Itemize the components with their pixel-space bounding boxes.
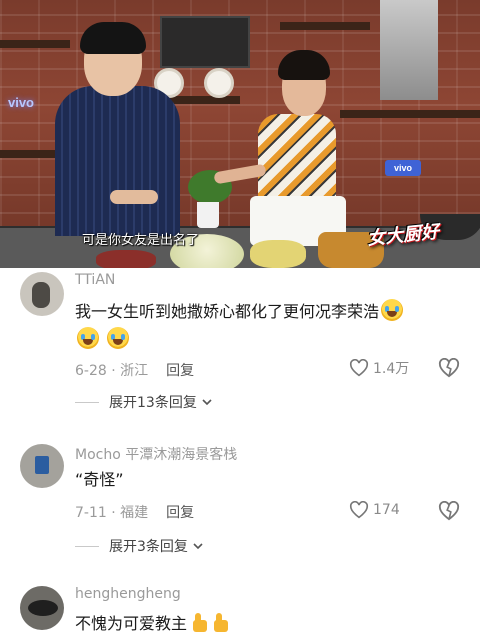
comment-text-content: 我一女生听到她撒娇心都化了更何况李荣浩: [75, 302, 380, 321]
comment-meta: 6-28 · 浙江 回复: [75, 363, 195, 379]
expand-replies-label: 展开3条回复: [109, 539, 188, 555]
comment-text-emojis: [75, 324, 129, 356]
comment-text: 不愧为可爱教主: [75, 608, 229, 640]
shelf: [340, 110, 480, 118]
shelf: [0, 40, 70, 48]
sponsor-badge: vivo: [385, 160, 421, 176]
heart-outline-icon: [349, 359, 369, 377]
meat-dish: [96, 250, 156, 268]
man-shirt: [55, 86, 180, 236]
plant-pot: [197, 202, 219, 228]
like-count: 1.4万: [373, 361, 410, 377]
avatar-figure: [28, 600, 58, 616]
chevron-down-icon: [193, 543, 203, 550]
range-hood: [380, 0, 438, 100]
show-logo: 女大厨好: [366, 221, 441, 250]
man-hair: [80, 22, 146, 54]
decor-plate: [204, 68, 234, 98]
reply-button[interactable]: 回复: [166, 505, 194, 521]
like-button[interactable]: 174: [349, 501, 400, 519]
laughing-crying-emoji-icon: [381, 299, 404, 321]
heart-outline-icon: [349, 501, 369, 519]
laughing-crying-emoji-icon: [77, 327, 99, 349]
thumbs-up-emoji-icon: [190, 612, 208, 632]
laughing-crying-emoji-icon: [107, 327, 129, 349]
like-button[interactable]: 1.4万: [349, 358, 409, 378]
expand-replies[interactable]: 展开13条回复: [75, 392, 212, 412]
comment-item: henghengheng 不愧为可爱教主: [0, 582, 480, 640]
comment-location: 福建: [120, 505, 149, 521]
menu-poster: [160, 16, 250, 68]
comment-text: “奇怪”: [75, 470, 124, 489]
expand-divider: [75, 401, 99, 403]
video-subtitle: 可是你女友是出名了: [82, 233, 200, 248]
comment-location: 浙江: [120, 363, 149, 379]
thumbs-up-emoji-icon: [211, 612, 229, 632]
comment-date: 6-28: [75, 363, 107, 379]
avatar[interactable]: [20, 272, 64, 316]
comment-username[interactable]: henghengheng: [75, 586, 181, 602]
vegetables: [250, 240, 306, 268]
avatar[interactable]: [20, 586, 64, 630]
avatar[interactable]: [20, 444, 64, 488]
neon-sign: vivo: [7, 94, 34, 110]
video-frame[interactable]: vivo vivo 女大厨好 可是你女友是出名了: [0, 0, 480, 268]
comment-text-content: 不愧为可爱教主: [75, 614, 188, 633]
expand-divider: [75, 545, 99, 547]
comment-username[interactable]: TTiAN: [75, 272, 115, 288]
like-count: 174: [373, 502, 400, 518]
reply-button[interactable]: 回复: [166, 363, 194, 379]
avatar-figure: [35, 456, 49, 474]
comment-username[interactable]: Mocho 平潭沐潮海景客栈: [75, 444, 237, 464]
expand-replies-label: 展开13条回复: [109, 395, 197, 411]
avatar-figure: [32, 282, 50, 308]
comment-meta: 7-11 · 福建 回复: [75, 505, 195, 521]
shelf: [0, 150, 60, 158]
shelf: [280, 22, 370, 30]
man-arm: [110, 190, 158, 204]
comment-date: 7-11: [75, 505, 107, 521]
chevron-down-icon: [202, 399, 212, 406]
expand-replies[interactable]: 展开3条回复: [75, 536, 203, 556]
comment-item: Mocho 平潭沐潮海景客栈 “奇怪” 7-11 · 福建 回复 174 展开3条…: [0, 440, 480, 560]
comment-item: TTiAN 我一女生听到她撒娇心都化了更何况李荣浩 6-28 · 浙江 回复 1.…: [0, 268, 480, 424]
broken-heart-icon[interactable]: [438, 358, 460, 378]
broken-heart-icon[interactable]: [438, 501, 460, 521]
